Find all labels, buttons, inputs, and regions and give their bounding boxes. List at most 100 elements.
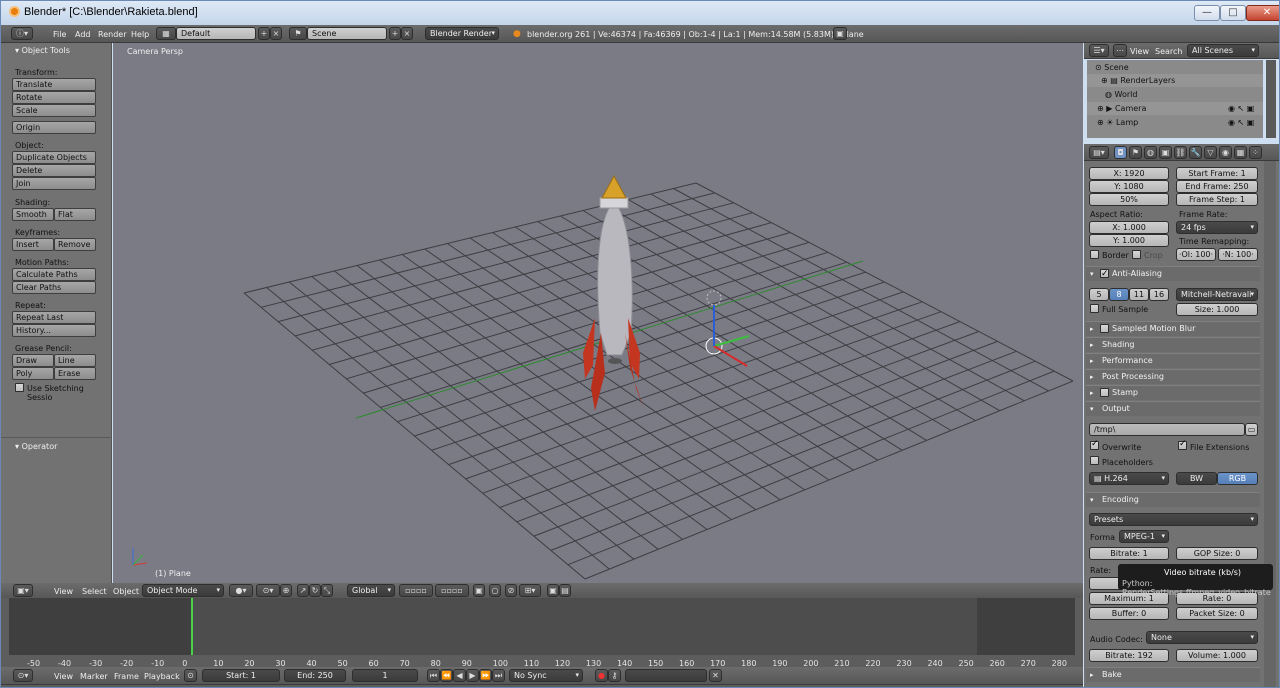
time-remap-new-field[interactable]: ·N: 100· (1218, 248, 1258, 261)
bake-panel[interactable]: ▸ Bake (1086, 667, 1260, 682)
3d-viewport[interactable]: Camera Persp (1) Plane (113, 43, 1083, 583)
jump-start-icon[interactable]: ⏮ (427, 669, 440, 682)
buffer-field[interactable]: Buffer: 0 (1089, 607, 1169, 620)
placeholders-checkbox[interactable] (1090, 456, 1099, 465)
menu-help[interactable]: Help (131, 30, 149, 39)
file-format-dropdown[interactable]: ▤ H.264 ▾ (1089, 472, 1169, 485)
overwrite-checkbox[interactable] (1090, 439, 1099, 450)
file-extensions-checkbox[interactable] (1178, 439, 1187, 450)
menu-search[interactable]: Search (1155, 47, 1182, 56)
shading-panel[interactable]: ▸ Shading (1086, 337, 1260, 352)
rotate-button[interactable]: Rotate (12, 91, 96, 104)
stamp-checkbox[interactable] (1100, 388, 1109, 397)
minimize-button[interactable]: — (1194, 5, 1220, 21)
shading-icon[interactable]: ●▾ (229, 584, 253, 597)
visibility-eye-icon[interactable]: ◉ ↖ ▣ (1228, 102, 1254, 115)
post-processing-panel[interactable]: ▸ Post Processing (1086, 369, 1260, 384)
aa-samples-16[interactable]: 16 (1149, 288, 1169, 301)
constraints-tab-icon[interactable]: ⛓ (1174, 146, 1187, 159)
smooth-button[interactable]: Smooth (12, 208, 54, 221)
duplicate-objects-button[interactable]: Duplicate Objects (12, 151, 96, 164)
record-icon[interactable]: ● (595, 669, 608, 682)
start-frame-prop-field[interactable]: Start Frame: 1 (1176, 167, 1258, 180)
poly-button[interactable]: Poly (12, 367, 54, 380)
insert-keyframe-button[interactable]: Insert (12, 238, 54, 251)
erase-button[interactable]: Erase (54, 367, 96, 380)
menu-render[interactable]: Render (98, 30, 126, 39)
bitrate-field[interactable]: Bitrate: 1 (1089, 547, 1169, 560)
outliner-row-scene[interactable]: ⊙ Scene (1087, 61, 1263, 74)
preview-range-icon[interactable]: ⊙ (184, 669, 197, 682)
join-button[interactable]: Join (12, 177, 96, 190)
timeline-track[interactable] (9, 598, 1075, 655)
mode-dropdown[interactable]: Object Mode ▾ (142, 584, 224, 597)
scene-selector[interactable]: Scene (307, 27, 387, 40)
crop-checkbox[interactable] (1132, 250, 1141, 259)
remove-scene-icon[interactable]: × (401, 27, 413, 40)
material-tab-icon[interactable]: ◉ (1219, 146, 1232, 159)
outliner-scrollbar[interactable] (1266, 60, 1276, 138)
aa-size-field[interactable]: Size: 1.000 (1176, 303, 1258, 316)
pivot-icon[interactable]: ⊙▾ (256, 584, 280, 597)
presets-dropdown[interactable]: Presets ▾ (1089, 513, 1258, 526)
editor-type-icon[interactable]: ☰▾ (1089, 44, 1109, 57)
current-frame-line[interactable] (191, 598, 193, 655)
editor-type-icon[interactable]: ▣▾ (13, 584, 33, 597)
layout-icon[interactable]: ▦ (156, 27, 176, 40)
render-icon[interactable]: ▣ (833, 27, 847, 40)
rotate-manipulator-icon[interactable]: ↻ (309, 584, 321, 597)
opengl-render-icon[interactable]: ▣ (547, 584, 559, 597)
object-tab-icon[interactable]: ▣ (1159, 146, 1172, 159)
line-button[interactable]: Line (54, 354, 96, 367)
menu-view-outliner[interactable]: View (1130, 47, 1149, 56)
editor-type-icon[interactable]: ▤▾ (1089, 146, 1109, 159)
aa-filter-dropdown[interactable]: Mitchell-Netravali ▾ (1176, 288, 1258, 301)
container-dropdown[interactable]: MPEG-1 ▾ (1119, 530, 1169, 543)
data-tab-icon[interactable]: ▽ (1204, 146, 1217, 159)
frame-rate-dropdown[interactable]: 24 fps ▾ (1176, 221, 1258, 234)
menu-view-timeline[interactable]: View (54, 672, 73, 681)
output-panel[interactable]: ▾ Output (1086, 401, 1260, 416)
next-keyframe-icon[interactable]: ⏩ (479, 669, 492, 682)
outliner-row-renderlayers[interactable]: ⊕ ▤ RenderLayers (1087, 74, 1263, 87)
operator-panel-title[interactable]: ▾ Operator (15, 442, 57, 451)
menu-frame[interactable]: Frame (114, 672, 139, 681)
texture-tab-icon[interactable]: ▦ (1234, 146, 1247, 159)
border-checkbox[interactable] (1090, 250, 1099, 259)
render-engine-dropdown[interactable]: Blender Render ▾ (425, 27, 499, 40)
scene-tab-icon[interactable]: ⚑ (1129, 146, 1142, 159)
world-tab-icon[interactable]: ◍ (1144, 146, 1157, 159)
frame-step-field[interactable]: Frame Step: 1 (1176, 193, 1258, 206)
outliner-row-lamp[interactable]: ⊕ ☀ Lamp ◉ ↖ ▣ (1087, 116, 1263, 129)
modifiers-tab-icon[interactable]: 🔧 (1189, 146, 1202, 159)
editor-type-icon[interactable]: ⓘ▾ (11, 27, 33, 40)
draw-button[interactable]: Draw (12, 354, 54, 367)
full-sample-checkbox[interactable] (1090, 304, 1099, 313)
snap-icon[interactable]: ⊘ (505, 584, 517, 597)
outliner-row-world[interactable]: ◍ World (1087, 88, 1263, 101)
aa-samples-11[interactable]: 11 (1129, 288, 1149, 301)
aspect-x-field[interactable]: X: 1.000 (1089, 221, 1169, 234)
visibility-eye-icon[interactable]: ◉ ↖ ▣ (1228, 116, 1254, 129)
encoding-panel[interactable]: ▾ Encoding (1086, 492, 1260, 507)
repeat-last-button[interactable]: Repeat Last (12, 311, 96, 324)
menu-file[interactable]: File (53, 30, 66, 39)
layout-selector[interactable]: Default (176, 27, 256, 40)
audio-codec-dropdown[interactable]: None ▾ (1146, 631, 1258, 644)
origin-button[interactable]: Origin (12, 121, 96, 134)
clear-paths-button[interactable]: Clear Paths (12, 281, 96, 294)
remove-keyframe-button[interactable]: Remove (54, 238, 96, 251)
object-tools-panel-title[interactable]: ▾ Object Tools (15, 46, 70, 55)
add-layout-icon[interactable]: + (258, 27, 270, 40)
end-frame-field[interactable]: End: 250 (284, 669, 346, 682)
gop-size-field[interactable]: GOP Size: 0 (1176, 547, 1258, 560)
time-remap-old-field[interactable]: ·Ol: 100· (1176, 248, 1216, 261)
keying-set-icon[interactable]: ⚷ (608, 669, 621, 682)
resolution-x-field[interactable]: X: 1920 (1089, 167, 1169, 180)
anti-aliasing-panel[interactable]: ▾ Anti-Aliasing (1086, 266, 1260, 281)
history-button[interactable]: History... (12, 324, 96, 337)
sync-mode-dropdown[interactable]: No Sync ▾ (509, 669, 583, 682)
output-path-field[interactable]: /tmp\ (1089, 423, 1245, 436)
properties-scrollbar[interactable] (1264, 161, 1276, 687)
scale-button[interactable]: Scale (12, 104, 96, 117)
